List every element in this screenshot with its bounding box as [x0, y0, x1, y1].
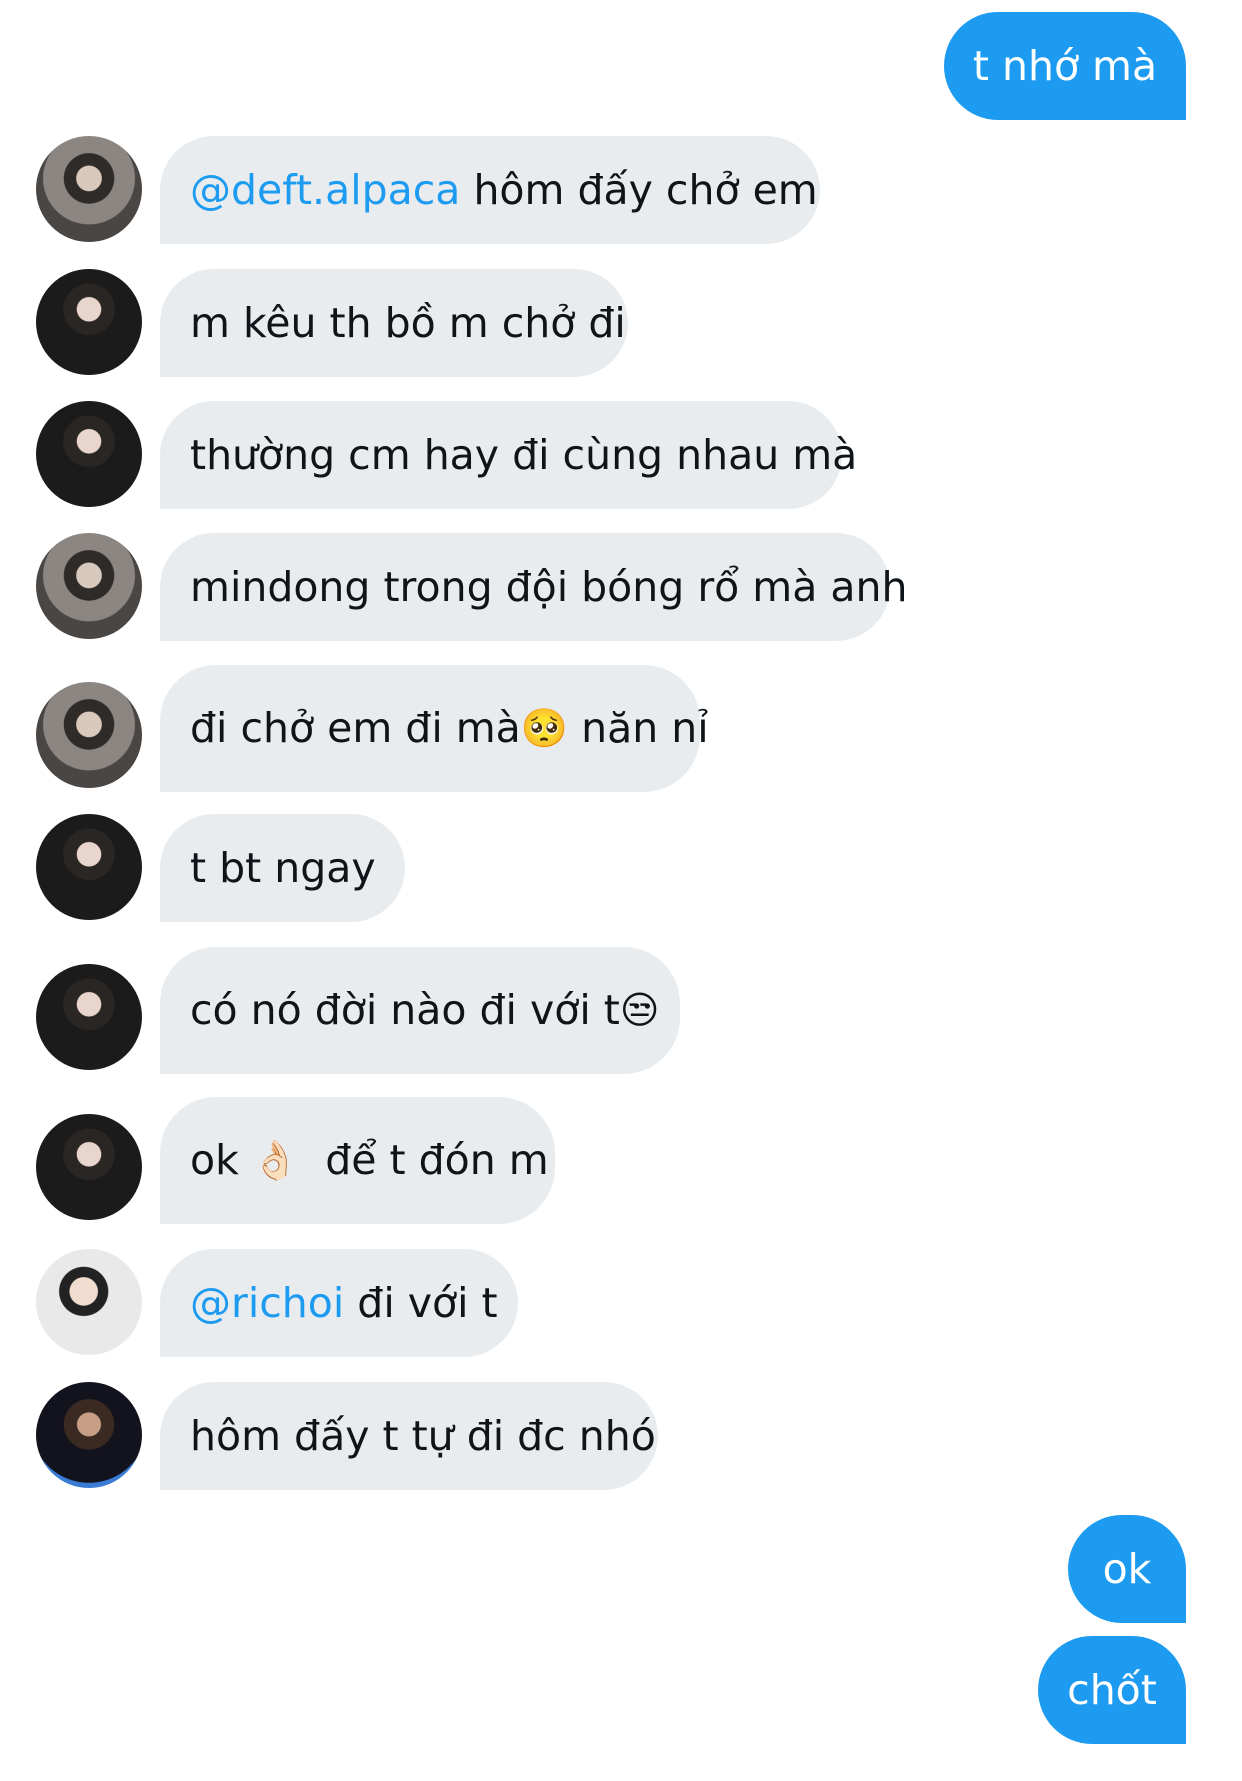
avatar[interactable] — [36, 1249, 142, 1355]
message-bubble[interactable]: ok 👌🏻 để t đón m — [160, 1097, 555, 1224]
avatar[interactable] — [36, 401, 142, 507]
message-bubble[interactable]: @deft.alpaca hôm đấy chở em — [160, 136, 820, 244]
avatar[interactable] — [36, 269, 142, 375]
mention-link[interactable]: @richoi — [190, 1279, 344, 1328]
message-text: ok — [190, 1136, 252, 1184]
message-text: t nhớ mà — [972, 41, 1158, 90]
message-text: ok — [1102, 1544, 1152, 1593]
outgoing-message[interactable]: ok — [1068, 1515, 1186, 1623]
avatar[interactable] — [36, 682, 142, 788]
message-text: đi với t — [344, 1278, 498, 1327]
avatar[interactable] — [36, 1114, 142, 1220]
outgoing-message[interactable]: chốt — [1038, 1636, 1186, 1744]
message-text: chốt — [1067, 1665, 1157, 1714]
message-text: m kêu th bồ m chở đi — [190, 298, 626, 347]
message-bubble[interactable]: thường cm hay đi cùng nhau mà — [160, 401, 857, 509]
mention-link[interactable]: @deft.alpaca — [190, 166, 460, 215]
message-text: t bt ngay — [190, 843, 376, 892]
message-bubble[interactable]: m kêu th bồ m chở đi — [160, 269, 628, 377]
message-bubble[interactable]: t bt ngay — [160, 814, 405, 922]
message-text: hôm đấy t tự đi đc nhó — [190, 1411, 656, 1460]
outgoing-message[interactable]: t nhớ mà — [944, 12, 1186, 120]
message-text: năn nỉ — [568, 704, 709, 752]
message-text: đi chở em đi mà — [190, 704, 521, 752]
message-bubble[interactable]: @richoi đi với t — [160, 1249, 518, 1357]
message-text: để t đón m — [299, 1136, 549, 1184]
avatar[interactable] — [36, 1382, 142, 1488]
avatar[interactable] — [36, 533, 142, 639]
message-bubble[interactable]: có nó đời nào đi với t 😒 — [160, 947, 680, 1074]
message-text: hôm đấy chở em — [460, 165, 818, 214]
unamused-face-icon: 😒 — [619, 988, 660, 1032]
avatar[interactable] — [36, 136, 142, 242]
message-bubble[interactable]: đi chở em đi mà 🥺 năn nỉ — [160, 665, 709, 792]
message-text: có nó đời nào đi với t — [190, 986, 620, 1034]
message-text: thường cm hay đi cùng nhau mà — [190, 430, 858, 479]
avatar[interactable] — [36, 964, 142, 1070]
message-text: mindong trong đội bóng rổ mà anh — [190, 562, 908, 611]
message-bubble[interactable]: hôm đấy t tự đi đc nhó — [160, 1382, 658, 1490]
avatar[interactable] — [36, 814, 142, 920]
pleading-face-icon: 🥺 — [520, 706, 569, 750]
message-bubble[interactable]: mindong trong đội bóng rổ mà anh — [160, 533, 907, 641]
ok-hand-icon: 👌🏻 — [251, 1138, 300, 1182]
